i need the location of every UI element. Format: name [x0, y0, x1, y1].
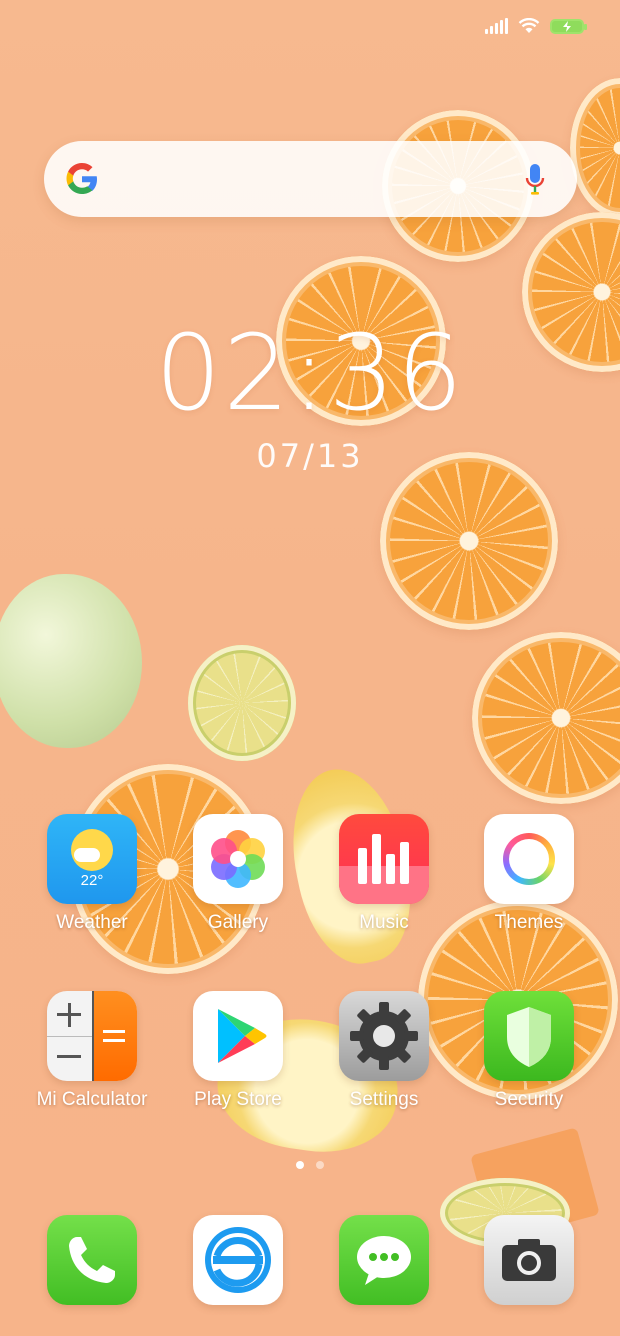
app-themes[interactable]: Themes [459, 814, 599, 934]
app-label: Settings [349, 1089, 419, 1110]
status-bar [485, 18, 587, 34]
app-label: Themes [494, 912, 564, 933]
wifi-icon [518, 18, 540, 33]
page-indicator[interactable] [0, 1161, 620, 1169]
app-label: Play Store [194, 1089, 282, 1110]
gallery-icon [193, 814, 283, 904]
mic-icon[interactable] [525, 163, 545, 197]
dock-messages[interactable] [314, 1215, 454, 1305]
app-play-store[interactable]: Play Store [168, 991, 308, 1111]
play-store-icon [193, 991, 283, 1081]
google-logo-icon [66, 163, 97, 194]
settings-icon [339, 991, 429, 1081]
app-label: Mi Calculator [36, 1089, 148, 1110]
security-icon [484, 991, 574, 1081]
themes-icon [484, 814, 574, 904]
clock-date[interactable]: 07/13 [0, 437, 620, 475]
browser-icon [193, 1215, 283, 1305]
messages-icon [339, 1215, 429, 1305]
app-settings[interactable]: Settings [314, 991, 454, 1111]
app-label: Security [494, 1089, 564, 1110]
app-security[interactable]: Security [459, 991, 599, 1111]
app-mi-calculator[interactable]: Mi Calculator [22, 991, 162, 1111]
app-weather[interactable]: 22° Weather [22, 814, 162, 934]
dock-camera[interactable] [459, 1215, 599, 1305]
weather-temp: 22° [80, 872, 104, 889]
app-label: Gallery [207, 912, 269, 933]
app-music[interactable]: Music [314, 814, 454, 934]
battery-icon [550, 18, 587, 34]
app-label: Music [359, 912, 409, 933]
signal-icon [485, 18, 508, 34]
page-dot-active [296, 1161, 304, 1169]
clock-time[interactable]: 02:36 [0, 312, 620, 434]
camera-icon [484, 1215, 574, 1305]
dock-browser[interactable] [168, 1215, 308, 1305]
calculator-icon [47, 991, 137, 1081]
home-screen: 02:36 07/13 22° Weather Gallery Music Th… [0, 0, 620, 1336]
google-search-bar[interactable] [44, 141, 577, 217]
app-label: Weather [56, 912, 128, 933]
music-icon [339, 814, 429, 904]
app-gallery[interactable]: Gallery [168, 814, 308, 934]
phone-icon [47, 1215, 137, 1305]
weather-icon: 22° [47, 814, 137, 904]
dock-phone[interactable] [22, 1215, 162, 1305]
page-dot [316, 1161, 324, 1169]
